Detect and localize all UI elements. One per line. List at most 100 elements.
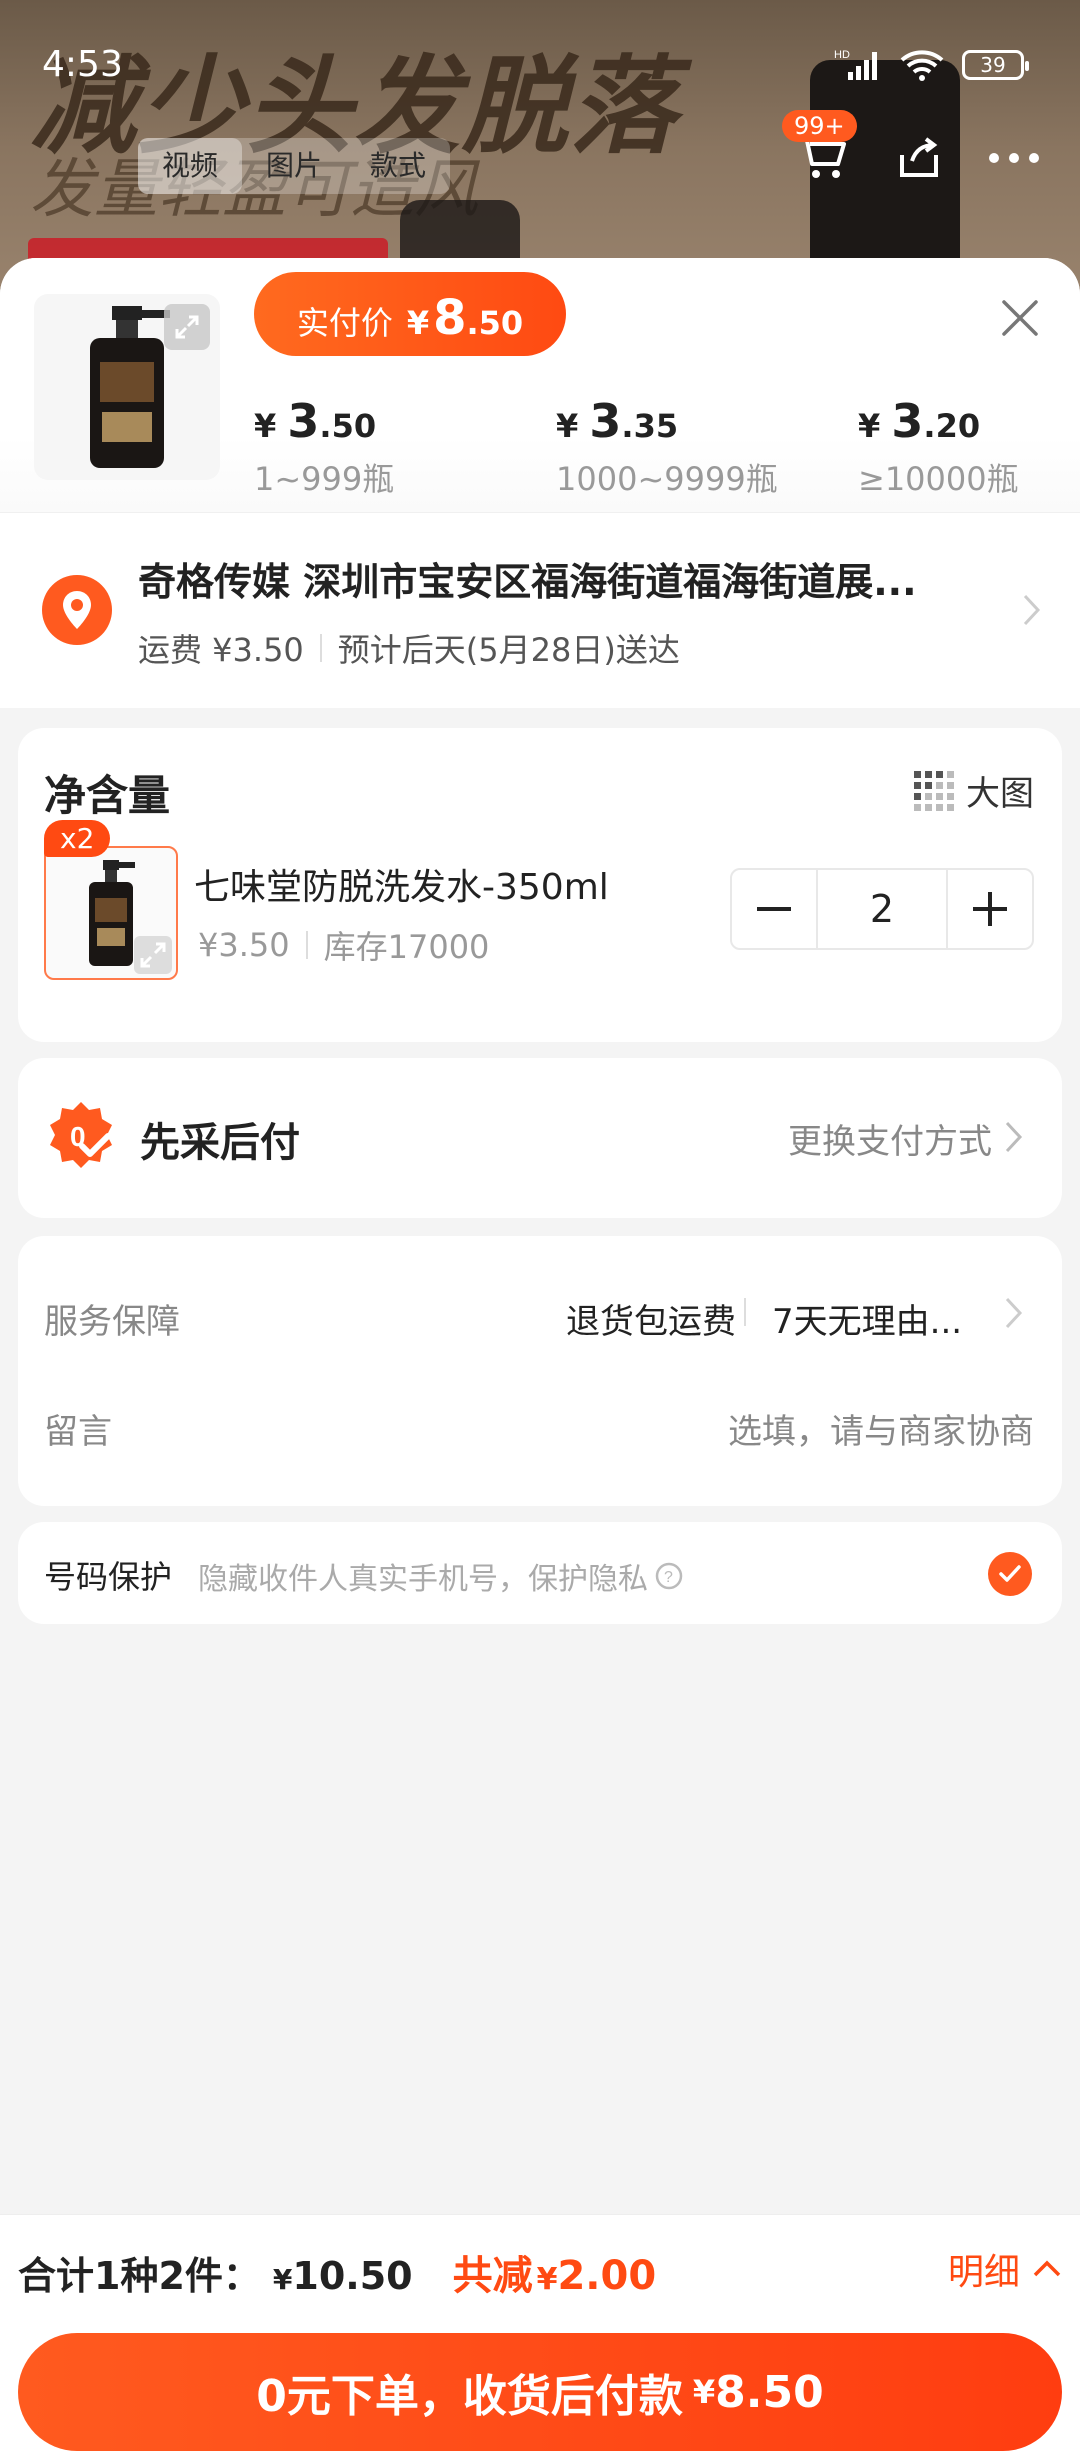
price-tier: ¥ 3.35 1000~9999瓶 bbox=[556, 394, 858, 500]
help-icon[interactable]: ? bbox=[654, 1561, 684, 1591]
chevron-up-icon bbox=[1033, 2260, 1061, 2277]
variant-price: ¥3.50 bbox=[198, 926, 290, 964]
order-summary: 合计1种2件： ¥ 10.50 共减 ¥2.00 bbox=[18, 2243, 656, 2301]
expand-icon[interactable] bbox=[134, 936, 172, 974]
quantity-value[interactable]: 2 bbox=[816, 870, 948, 948]
close-icon[interactable] bbox=[1000, 298, 1040, 338]
bottle-image bbox=[89, 860, 135, 966]
change-payment-link[interactable]: 更换支付方式 bbox=[788, 1114, 992, 1163]
address-text: 奇格传媒 深圳市宝安区福海街道福海街道展... bbox=[138, 560, 917, 604]
service-free-return: 退货包运费 bbox=[566, 1302, 736, 1342]
location-pin-glyph bbox=[63, 591, 91, 629]
tier-quantity: ≥10000瓶 bbox=[858, 460, 1019, 498]
increase-button[interactable] bbox=[948, 870, 1032, 948]
discount-label: 共减 bbox=[452, 2253, 533, 2299]
pay-later-icon: 0 bbox=[50, 1102, 112, 1168]
status-bar: 4:53 HD 39 bbox=[0, 0, 1080, 130]
tier-currency: ¥ bbox=[556, 407, 579, 445]
divider bbox=[319, 634, 322, 662]
price-tier: ¥ 3.20 ≥10000瓶 bbox=[858, 394, 1080, 500]
checkmark-icon bbox=[999, 1565, 1021, 1582]
tier-price-decimal: .50 bbox=[319, 407, 377, 445]
price-header: 实付价 ¥ 8 .50 ¥ 3.50 1~999瓶 ¥ 3.35 1000~99 bbox=[0, 258, 1080, 512]
number-protection-checkbox[interactable] bbox=[988, 1552, 1032, 1596]
shipping-fee: 运费 ¥3.50 bbox=[138, 631, 304, 669]
summary-label: 合计1种2件： bbox=[18, 2254, 261, 2298]
cart-button[interactable]: 99+ bbox=[782, 110, 857, 186]
number-protection-desc: 隐藏收件人真实手机号，保护隐私 ? bbox=[198, 1554, 684, 1598]
tier-price-decimal: .20 bbox=[923, 407, 981, 445]
total-amount: 10.50 bbox=[292, 2254, 413, 2298]
more-icon[interactable] bbox=[988, 152, 1040, 164]
quantity-badge: x2 bbox=[44, 820, 111, 857]
chevron-right-icon[interactable] bbox=[1004, 1296, 1024, 1330]
chevron-right-icon bbox=[1005, 1121, 1023, 1153]
currency-symbol: ¥ bbox=[692, 2373, 716, 2411]
payment-method-card[interactable]: 0 先采后付 更换支付方式 bbox=[18, 1058, 1062, 1218]
tier-price-integer: 3 bbox=[589, 394, 622, 448]
grid-icon bbox=[914, 770, 954, 811]
variant-section-title: 净含量 bbox=[44, 771, 171, 820]
tier-currency: ¥ bbox=[254, 407, 277, 445]
tier-price: ¥ 3.20 bbox=[858, 394, 1080, 448]
actual-price-label: 实付价 bbox=[296, 304, 393, 342]
tier-currency: ¥ bbox=[858, 407, 881, 445]
tab-styles[interactable]: 款式 bbox=[346, 138, 450, 194]
privacy-card: 号码保护 隐藏收件人真实手机号，保护隐私 ? bbox=[18, 1522, 1062, 1624]
actual-price-integer: 8 bbox=[433, 290, 467, 346]
share-icon[interactable] bbox=[896, 135, 942, 181]
wifi-icon bbox=[900, 50, 944, 81]
divider bbox=[744, 1298, 746, 1326]
discount-amount: 2.00 bbox=[557, 2253, 657, 2299]
variant-thumbnail[interactable]: x2 bbox=[44, 820, 178, 980]
discount-summary: 共减 ¥2.00 bbox=[453, 2243, 657, 2301]
detail-label: 明细 bbox=[947, 2252, 1020, 2293]
detail-toggle[interactable]: 明细 bbox=[948, 2243, 1062, 2295]
message-input[interactable]: 选填，请与商家协商 bbox=[728, 1404, 1034, 1453]
battery-icon: 39 bbox=[962, 50, 1029, 80]
tier-price-integer: 3 bbox=[287, 394, 320, 448]
service-card: 服务保障 退货包运费 7天无理由... 留言 选填，请与商家协商 bbox=[18, 1236, 1062, 1506]
price-tier: ¥ 3.50 1~999瓶 bbox=[254, 394, 556, 500]
currency-symbol: ¥ bbox=[536, 2262, 558, 2297]
service-guarantee-label: 服务保障 bbox=[44, 1302, 180, 1342]
shipping-info: 运费 ¥3.50 预计后天(5月28日)送达 bbox=[138, 625, 680, 671]
decrease-button[interactable] bbox=[732, 870, 816, 948]
service-7day-return: 7天无理由... bbox=[772, 1302, 963, 1342]
variant-meta: ¥3.50 库存17000 bbox=[198, 922, 489, 968]
tier-price: ¥ 3.35 bbox=[556, 394, 858, 448]
minus-icon bbox=[757, 907, 791, 911]
status-icons: HD 39 bbox=[834, 48, 1029, 82]
product-thumbnail[interactable] bbox=[34, 294, 220, 480]
media-tabs: 视频 图片 款式 bbox=[138, 138, 451, 194]
tier-quantity: 1000~9999瓶 bbox=[556, 460, 778, 498]
tier-quantity: 1~999瓶 bbox=[254, 460, 395, 498]
number-protection-text: 隐藏收件人真实手机号，保护隐私 bbox=[198, 1562, 648, 1597]
tier-price-decimal: .35 bbox=[621, 407, 679, 445]
price-tiers: ¥ 3.50 1~999瓶 ¥ 3.35 1000~9999瓶 ¥ 3.20 ≥… bbox=[254, 394, 1080, 500]
big-image-toggle[interactable]: 大图 bbox=[914, 766, 1034, 815]
delivery-eta: 预计后天(5月28日)送达 bbox=[337, 631, 680, 669]
expand-icon bbox=[175, 315, 199, 339]
tab-images[interactable]: 图片 bbox=[242, 138, 346, 194]
variant-stock: 库存17000 bbox=[323, 928, 490, 966]
actual-price-decimal: .50 bbox=[466, 304, 524, 342]
checkout-footer: 合计1种2件： ¥ 10.50 共减 ¥2.00 明细 0元下单，收货后付款 ¥ … bbox=[0, 2214, 1080, 2460]
location-icon bbox=[42, 575, 112, 645]
place-order-button[interactable]: 0元下单，收货后付款 ¥ 8.50 bbox=[18, 2333, 1062, 2451]
plus-icon bbox=[973, 892, 1007, 926]
tab-video[interactable]: 视频 bbox=[138, 138, 243, 194]
variant-name: 七味堂防脱洗发水-350ml bbox=[194, 867, 609, 908]
expand-image-button[interactable] bbox=[164, 304, 210, 350]
currency-symbol: ¥ bbox=[406, 304, 430, 342]
message-label: 留言 bbox=[44, 1412, 112, 1452]
status-time: 4:53 bbox=[42, 44, 123, 85]
svg-text:?: ? bbox=[664, 1569, 673, 1586]
background-toolbar: 99+ bbox=[782, 110, 1040, 186]
quantity-stepper: 2 bbox=[730, 868, 1034, 950]
actual-price-badge: 实付价 ¥ 8 .50 bbox=[254, 272, 566, 356]
tier-price: ¥ 3.50 bbox=[254, 394, 556, 448]
shipping-address-row[interactable]: 奇格传媒 深圳市宝安区福海街道福海街道展... 运费 ¥3.50 预计后天(5月… bbox=[0, 512, 1080, 708]
signal-icon: HD bbox=[834, 49, 877, 80]
chevron-right-icon bbox=[1023, 594, 1041, 626]
